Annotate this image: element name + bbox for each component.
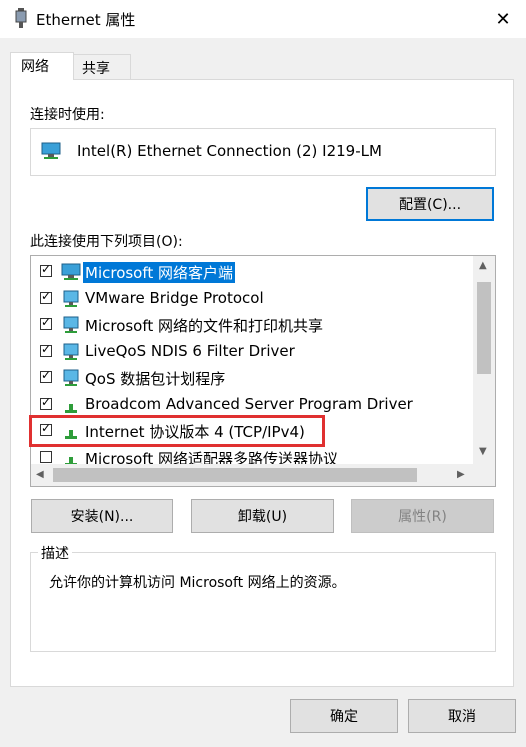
- horizontal-scrollbar[interactable]: ◀ ▶: [31, 464, 473, 486]
- install-button[interactable]: 安装(N)...: [31, 499, 173, 533]
- network-service-icon: [63, 343, 79, 360]
- scroll-down-icon[interactable]: ▼: [479, 446, 487, 457]
- annotation-highlight-box: [29, 415, 325, 447]
- item-checkbox[interactable]: [40, 289, 52, 304]
- install-button-label: 安装(N)...: [70, 509, 134, 525]
- scroll-thumb-horizontal[interactable]: [53, 468, 417, 482]
- window-title: Ethernet 属性: [36, 11, 136, 29]
- scroll-left-icon[interactable]: ◀: [36, 469, 44, 480]
- item-checkbox[interactable]: [40, 368, 52, 383]
- items-listbox[interactable]: Microsoft 网络客户端 VMware Bridge Protocol M…: [30, 255, 496, 487]
- network-service-icon: [63, 290, 79, 307]
- item-checkbox[interactable]: [40, 262, 52, 277]
- adapter-name: Intel(R) Ethernet Connection (2) I219-LM: [77, 142, 382, 160]
- tab-sharing-label: 共享: [82, 61, 110, 77]
- ethernet-adapter-icon: [15, 8, 27, 28]
- protocol-icon: [65, 404, 77, 413]
- network-client-icon: [61, 263, 81, 280]
- items-section-label: 此连接使用下列项目(O):: [30, 234, 183, 250]
- cancel-button-label: 取消: [448, 709, 476, 725]
- close-icon: ✕: [495, 8, 511, 30]
- uninstall-button[interactable]: 卸载(U): [191, 499, 334, 533]
- scroll-thumb[interactable]: [477, 282, 491, 374]
- item-label: VMware Bridge Protocol: [85, 289, 264, 307]
- connect-using-label: 连接时使用:: [30, 107, 105, 123]
- scroll-up-icon[interactable]: ▲: [479, 260, 487, 271]
- list-item[interactable]: VMware Bridge Protocol: [31, 286, 473, 312]
- item-checkbox[interactable]: [40, 315, 52, 330]
- item-checkbox[interactable]: [40, 451, 52, 463]
- cancel-button[interactable]: 取消: [408, 699, 516, 733]
- tab-network-label: 网络: [21, 59, 49, 75]
- close-button[interactable]: ✕: [480, 0, 526, 38]
- item-label: Microsoft 网络的文件和打印机共享: [85, 317, 324, 335]
- item-label: Microsoft 网络客户端: [83, 262, 236, 283]
- ok-button-label: 确定: [330, 709, 358, 725]
- adapter-box: Intel(R) Ethernet Connection (2) I219-LM: [30, 128, 496, 176]
- list-item[interactable]: Microsoft 网络客户端: [31, 259, 473, 285]
- item-label: LiveQoS NDIS 6 Filter Driver: [85, 342, 295, 360]
- list-item[interactable]: LiveQoS NDIS 6 Filter Driver: [31, 339, 473, 365]
- list-item[interactable]: Microsoft 网络的文件和打印机共享: [31, 312, 473, 338]
- description-group: [30, 552, 496, 652]
- uninstall-button-label: 卸载(U): [237, 509, 288, 525]
- network-adapter-icon: [41, 142, 61, 159]
- network-service-icon: [63, 316, 79, 333]
- item-label: Broadcom Advanced Server Program Driver: [85, 395, 413, 413]
- list-item[interactable]: QoS 数据包计划程序: [31, 365, 473, 391]
- network-service-icon: [63, 369, 79, 386]
- item-label: QoS 数据包计划程序: [85, 370, 226, 388]
- configure-button-label: 配置(C)...: [398, 197, 462, 213]
- properties-button[interactable]: 属性(R): [351, 499, 494, 533]
- scrollbar-corner: [473, 464, 495, 486]
- description-legend: 描述: [38, 543, 72, 563]
- properties-button-label: 属性(R): [398, 509, 447, 525]
- description-text: 允许你的计算机访问 Microsoft 网络上的资源。: [49, 575, 346, 591]
- scroll-right-icon[interactable]: ▶: [457, 469, 465, 480]
- vertical-scrollbar[interactable]: ▲ ▼: [473, 256, 495, 466]
- item-checkbox[interactable]: [40, 395, 52, 410]
- title-bar: Ethernet 属性 ✕: [0, 0, 526, 38]
- ok-button[interactable]: 确定: [290, 699, 398, 733]
- configure-button[interactable]: 配置(C)...: [366, 187, 494, 221]
- tab-network[interactable]: 网络: [10, 52, 74, 80]
- item-checkbox[interactable]: [40, 342, 52, 357]
- tab-sharing[interactable]: 共享: [73, 54, 131, 80]
